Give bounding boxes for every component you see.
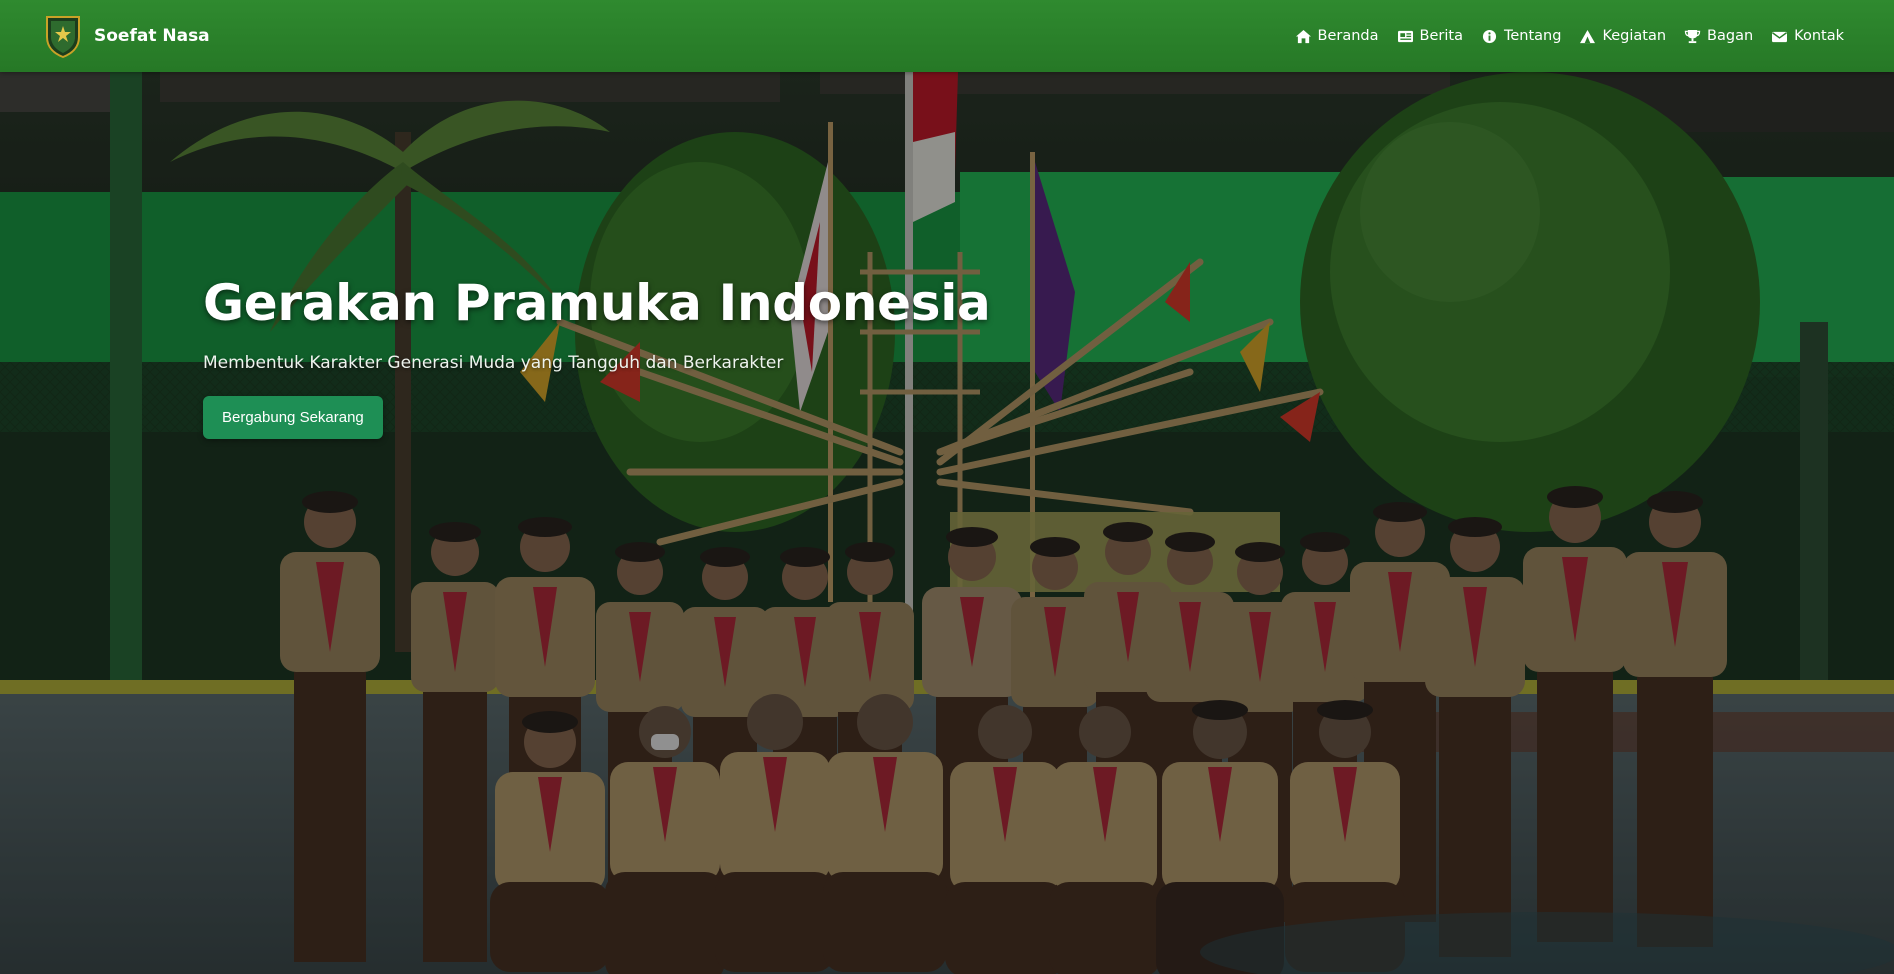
nav-item-label: Kontak [1794, 28, 1844, 44]
nav-item-beranda[interactable]: Beranda [1295, 28, 1379, 44]
home-icon [1295, 29, 1311, 43]
nav-item-label: Tentang [1503, 28, 1562, 44]
nav-item-label: Beranda [1317, 28, 1379, 44]
hero-dark-overlay [0, 72, 1894, 974]
hero-title: Gerakan Pramuka Indonesia [203, 274, 991, 332]
nav-menu: Beranda Berita Tentang Kegiatan Bagan Ko… [1295, 28, 1844, 44]
nav-item-kontak[interactable]: Kontak [1771, 28, 1844, 44]
scout-shield-icon [46, 16, 80, 59]
brand[interactable]: Soefat Nasa [44, 13, 210, 59]
hero-subtitle: Membentuk Karakter Generasi Muda yang Ta… [203, 353, 784, 373]
info-circle-icon [1482, 29, 1497, 43]
nav-item-label: Bagan [1707, 28, 1754, 44]
hero-content: Gerakan Pramuka Indonesia Membentuk Kara… [203, 274, 991, 439]
nav-item-label: Kegiatan [1602, 28, 1667, 44]
envelope-icon [1772, 31, 1788, 42]
join-now-button[interactable]: Bergabung Sekarang [203, 396, 383, 439]
nav-item-kegiatan[interactable]: Kegiatan [1579, 28, 1666, 44]
campfire-icon [1580, 29, 1596, 43]
nav-item-berita[interactable]: Berita [1397, 28, 1463, 44]
nav-item-tentang[interactable]: Tentang [1481, 28, 1561, 44]
trophy-icon [1684, 29, 1701, 43]
brand-name: Soefat Nasa [94, 26, 210, 46]
nav-item-label: Berita [1419, 28, 1463, 44]
navbar: Soefat Nasa Beranda Berita Tentang Kegia… [0, 0, 1894, 72]
newspaper-icon [1397, 30, 1413, 42]
nav-item-bagan[interactable]: Bagan [1684, 28, 1753, 44]
hero-section: Gerakan Pramuka Indonesia Membentuk Kara… [0, 72, 1894, 974]
